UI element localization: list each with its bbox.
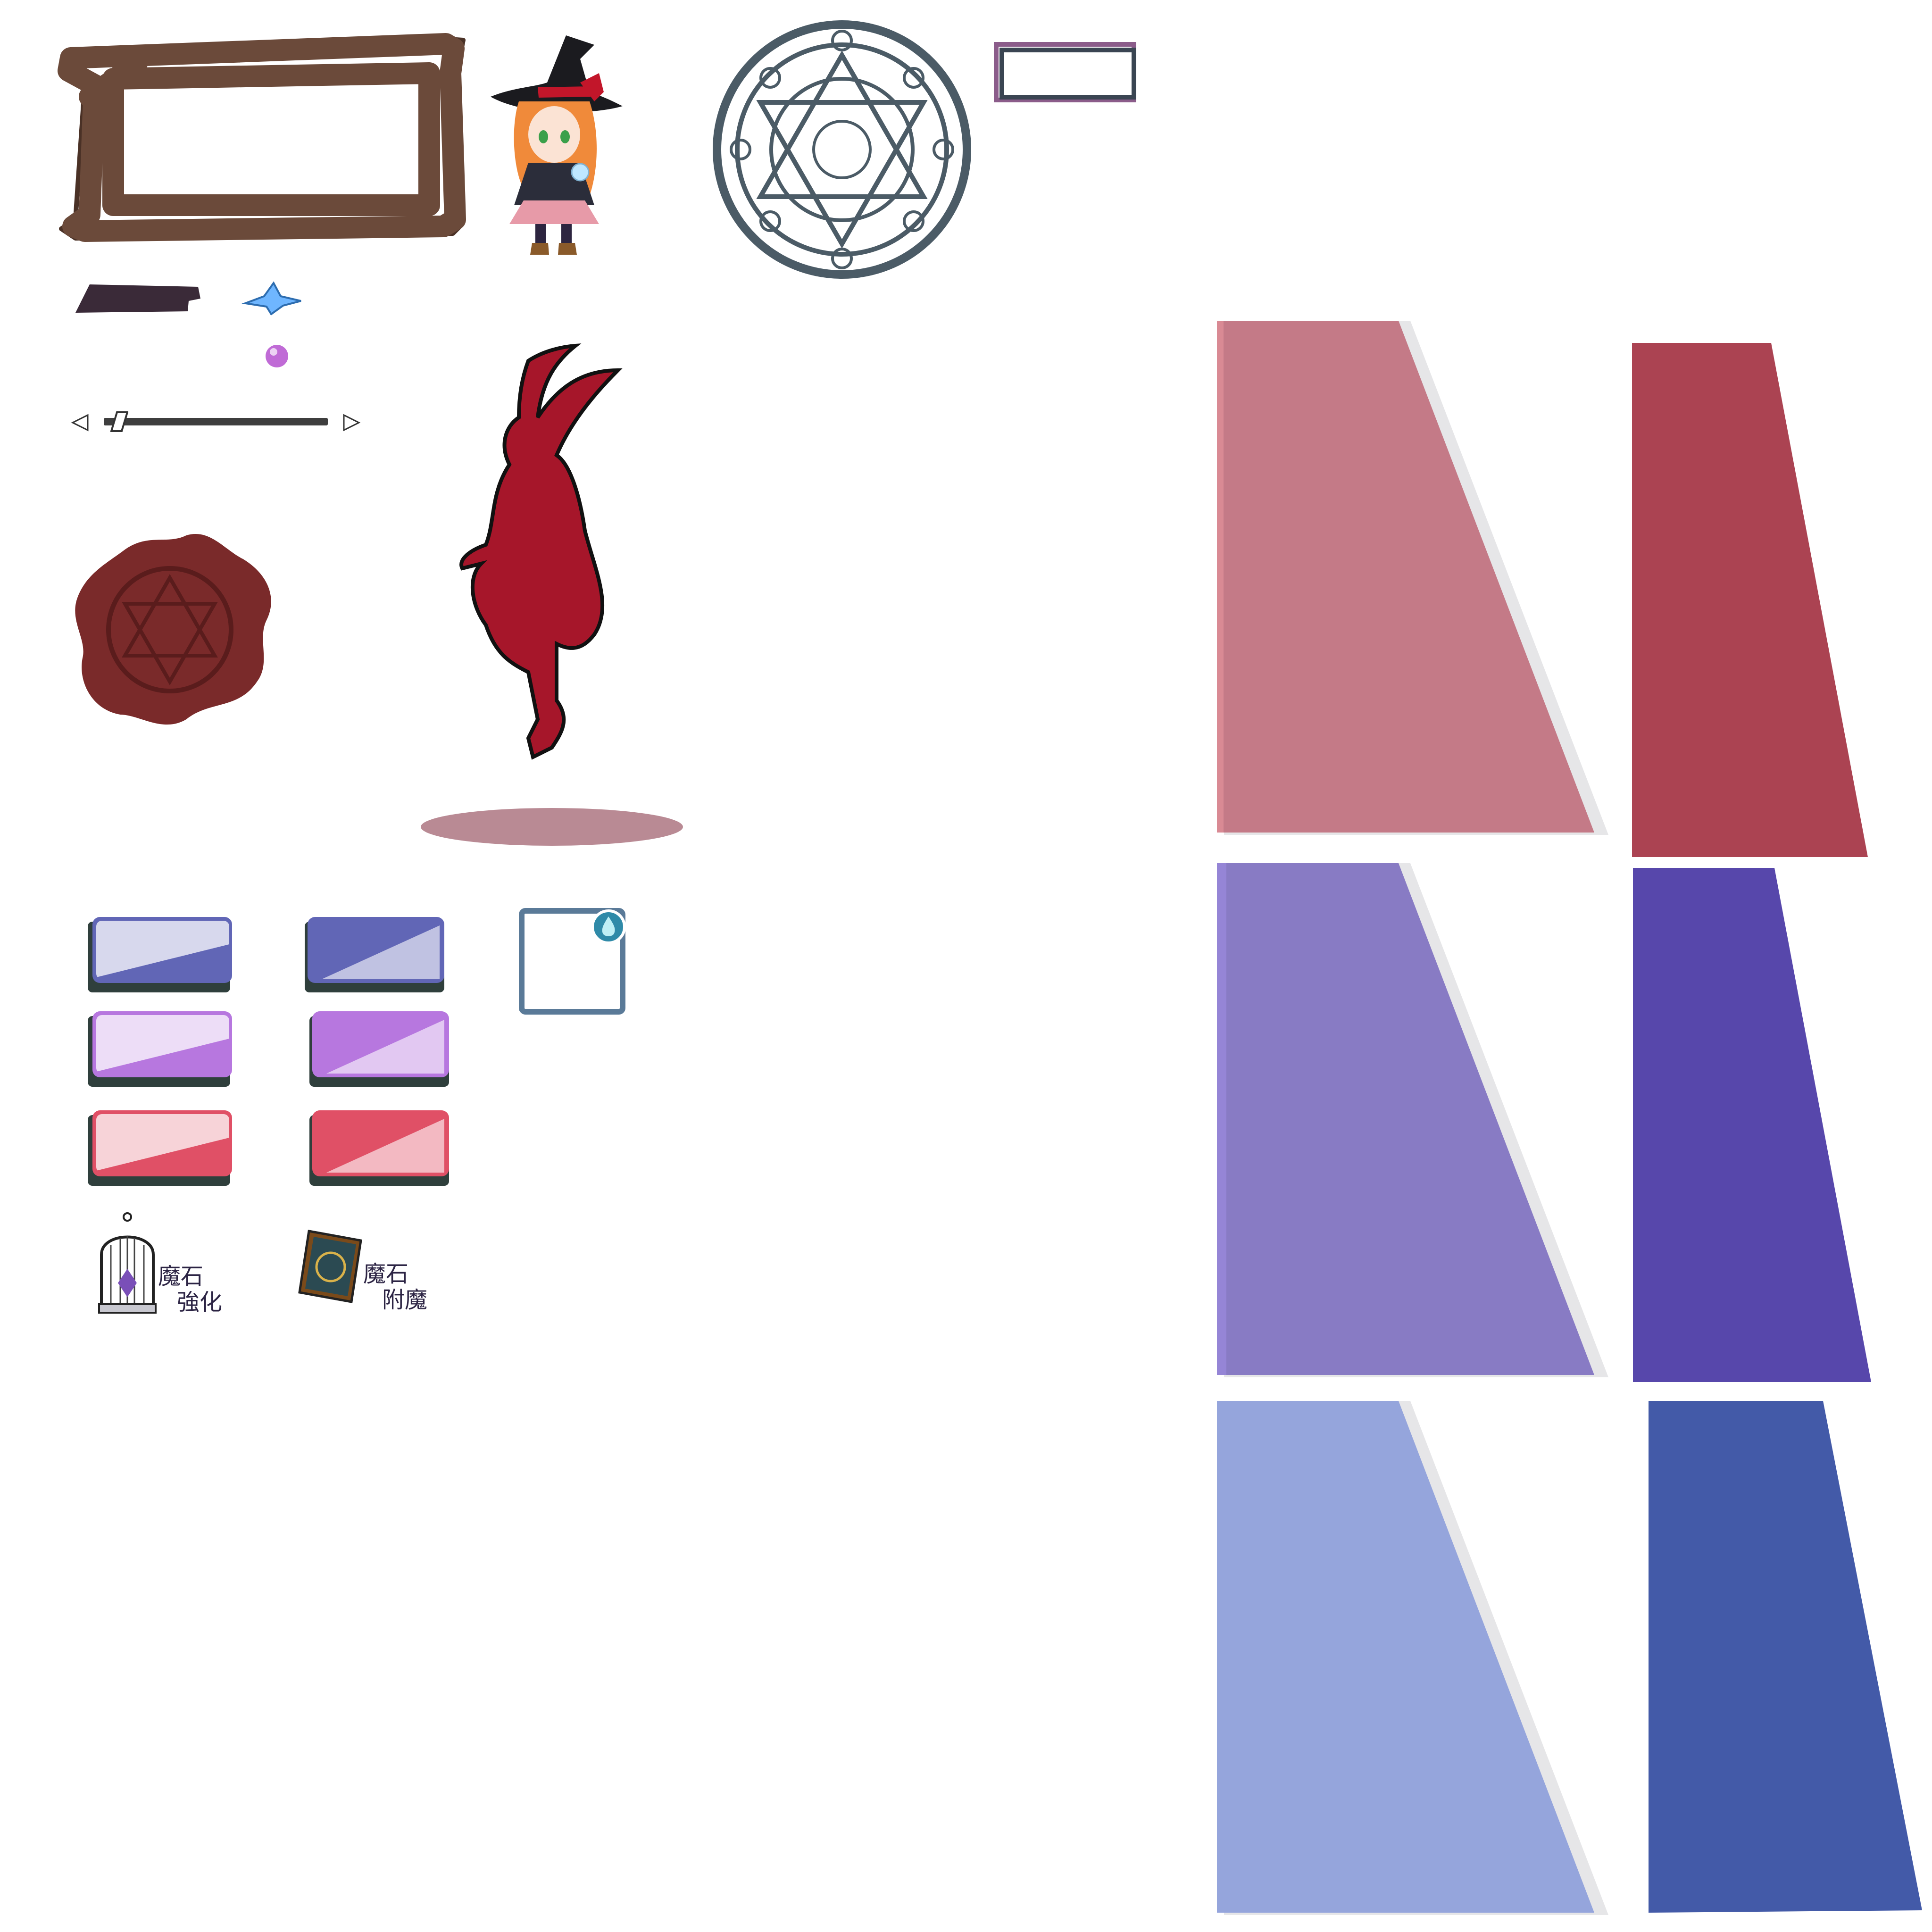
slider-right-arrow[interactable]	[342, 413, 361, 432]
item-slot-frame[interactable]	[519, 908, 627, 1016]
slider-track[interactable]	[104, 418, 328, 425]
tab-purple-inactive[interactable]	[86, 1010, 242, 1088]
magic-stone-enhance-button[interactable]: 魔石 強化	[97, 1212, 248, 1325]
magic-circle-emblem	[712, 20, 972, 279]
witch-character-sprite	[486, 26, 623, 257]
slider-left-arrow[interactable]	[71, 413, 90, 432]
enchant-label-line2: 附魔	[382, 1287, 428, 1313]
tab-red-inactive[interactable]	[86, 1109, 242, 1187]
enchant-label-line1: 魔石	[363, 1261, 409, 1287]
wax-seal-icon	[68, 531, 276, 729]
orb-icon	[264, 343, 290, 369]
enhance-label-line1: 魔石	[158, 1263, 204, 1290]
birdcage-icon	[97, 1212, 158, 1316]
status-bar-segment	[75, 282, 203, 315]
tab-blue-active[interactable]	[303, 916, 449, 994]
tab-red-active[interactable]	[308, 1109, 454, 1187]
panel-red-narrow	[1632, 343, 1873, 857]
tab-purple-active[interactable]	[308, 1010, 454, 1088]
panel-blue-narrow	[1649, 1401, 1927, 1915]
panel-lavender-wide	[1217, 863, 1608, 1382]
spellbook-icon	[295, 1226, 366, 1307]
panel-pink-wide	[1217, 321, 1608, 840]
panel-indigo-narrow	[1633, 868, 1874, 1382]
bunny-girl-silhouette	[415, 342, 689, 851]
volume-slider[interactable]	[71, 410, 361, 434]
wooden-frame	[57, 26, 466, 242]
enhance-label-line2: 強化	[177, 1289, 223, 1316]
water-drop-icon	[590, 908, 627, 946]
panel-periwinkle-wide	[1217, 1401, 1608, 1920]
tab-blue-inactive[interactable]	[86, 916, 242, 994]
magic-stone-enchant-button[interactable]: 魔石 附魔	[295, 1226, 446, 1325]
slider-handle[interactable]	[110, 411, 129, 432]
mini-panel-frame	[994, 42, 1137, 102]
crystal-icon	[242, 281, 302, 316]
